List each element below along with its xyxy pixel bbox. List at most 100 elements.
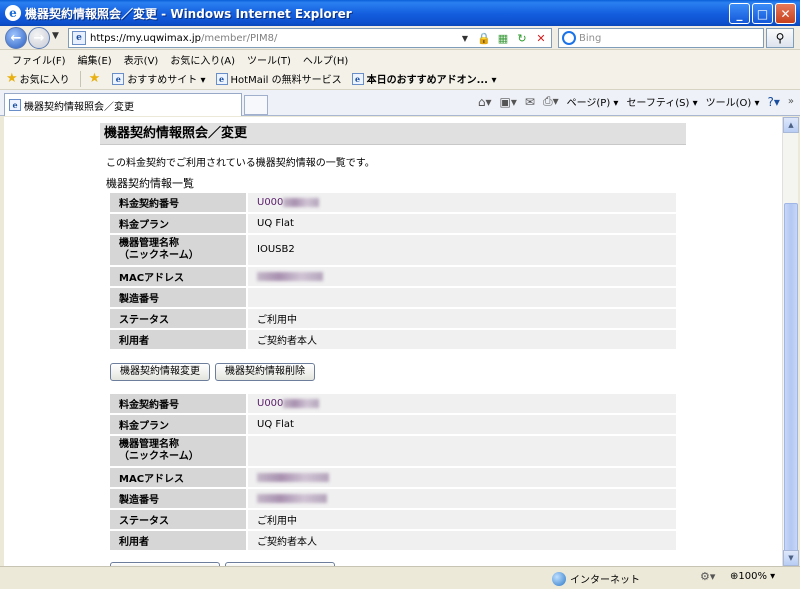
plan-value: UQ Flat (246, 415, 676, 434)
add-favorite-button[interactable]: ★ (89, 71, 103, 86)
menu-edit[interactable]: 編集(E) (72, 52, 118, 67)
help-icon[interactable]: ?▾ (767, 95, 779, 109)
contract-number-value[interactable]: U000 (246, 394, 676, 413)
scroll-thumb[interactable] (784, 203, 798, 575)
scroll-up-button[interactable]: ▲ (783, 117, 799, 133)
row-label: MACアドレス (110, 468, 246, 487)
fav-hotmail[interactable]: e HotMail の無料サービス (215, 71, 342, 86)
search-input[interactable]: Bing (558, 28, 764, 48)
address-dropdown-icon[interactable]: ▼ (457, 30, 473, 46)
row-label: 製造番号 (110, 489, 246, 508)
ie-page-icon: e (351, 72, 364, 85)
compatibility-view-icon[interactable]: ▦ (495, 30, 511, 46)
ie-logo-icon: e (5, 5, 21, 21)
feeds-icon[interactable]: ▣▾ (500, 95, 517, 109)
mac-address-value (246, 468, 676, 487)
back-button[interactable]: ← (5, 27, 27, 49)
redacted-text (283, 197, 320, 207)
ie-page-icon: e (215, 72, 228, 85)
new-tab-button[interactable] (244, 95, 268, 115)
table-row: 製造番号 (110, 288, 676, 307)
scroll-down-button[interactable]: ▼ (783, 550, 799, 566)
window-controls: _ □ ✕ (729, 3, 796, 24)
bing-icon (562, 31, 576, 45)
star-icon: ★ (6, 71, 18, 86)
row-label: 料金プラン (110, 214, 246, 233)
print-icon[interactable]: ⎙▾ (543, 94, 559, 109)
menu-tools[interactable]: ツール(T) (241, 52, 297, 67)
search-icon: ⚲ (775, 31, 785, 45)
maximize-button[interactable]: □ (752, 3, 773, 24)
serial-value (246, 288, 676, 307)
favorites-button[interactable]: ★ お気に入り (6, 71, 70, 86)
table-row: MACアドレス (110, 267, 676, 286)
row-label: 機器管理名称 （ニックネーム） (110, 235, 246, 265)
separator (79, 70, 81, 87)
protected-mode-icon[interactable]: ⚙▾ (700, 570, 715, 583)
zoom-level[interactable]: ⊕100% ▾ (730, 571, 775, 582)
row-label: MACアドレス (110, 267, 246, 286)
command-bar: ⌂▾ ▣▾ ✉ ⎙▾ ページ(P) ▾ セーフティ(S) ▾ ツール(O) ▾ … (470, 94, 794, 109)
redacted-text (257, 493, 327, 503)
search-button[interactable]: ⚲ (766, 28, 794, 48)
table-row: 製造番号 (110, 489, 676, 508)
contract-actions-1: 機器契約情報変更 機器契約情報削除 (110, 363, 315, 381)
nickname-value: IOUSB2 (246, 235, 676, 265)
page-title: 機器契約情報照会／変更 (100, 123, 686, 145)
tab-current[interactable]: e 機器契約情報照会／変更 (4, 93, 242, 116)
table-row: ステータス ご利用中 (110, 309, 676, 328)
table-row: 料金契約番号 U000 (110, 193, 676, 212)
menu-help[interactable]: ヘルプ(H) (297, 52, 354, 67)
home-icon[interactable]: ⌂▾ (478, 95, 492, 109)
menu-file[interactable]: ファイル(F) (6, 52, 72, 67)
menu-favorites[interactable]: お気に入り(A) (164, 52, 241, 67)
redacted-text (257, 271, 323, 281)
tools-menu[interactable]: ツール(O) ▾ (706, 94, 760, 109)
contract-table-1: 料金契約番号 U000 料金プラン UQ Flat 機器管理名称 （ニックネーム）… (110, 191, 676, 351)
more-commands-icon[interactable]: » (788, 96, 794, 107)
redacted-text (257, 472, 329, 482)
ie-page-icon: e (9, 99, 21, 111)
contract-number-value[interactable]: U000 (246, 193, 676, 212)
close-button[interactable]: ✕ (775, 3, 796, 24)
recent-pages-dropdown-icon[interactable]: ▼ (52, 31, 59, 41)
row-label: 料金プラン (110, 415, 246, 434)
plan-value: UQ Flat (246, 214, 676, 233)
stop-icon[interactable]: ✕ (533, 30, 549, 46)
fav-suggested-sites[interactable]: e おすすめサイト ▾ (112, 71, 206, 86)
status-bar: インターネット ⚙▾ ⊕100% ▾ (0, 566, 800, 589)
table-row: 料金プラン UQ Flat (110, 214, 676, 233)
vertical-scrollbar[interactable]: ▲ ▼ (782, 117, 799, 575)
forward-button[interactable]: → (28, 27, 50, 49)
fav-addons[interactable]: e 本日のおすすめアドオン... ▾ (351, 71, 496, 86)
minimize-button[interactable]: _ (729, 3, 750, 24)
mail-icon[interactable]: ✉ (525, 95, 535, 109)
table-row: 料金契約番号 U000 (110, 394, 676, 413)
status-value: ご利用中 (246, 510, 676, 529)
table-row: 利用者 ご契約者本人 (110, 531, 676, 550)
page-menu[interactable]: ページ(P) ▾ (567, 94, 619, 109)
safety-menu[interactable]: セーフティ(S) ▾ (626, 94, 697, 109)
change-contract-button[interactable]: 機器契約情報変更 (110, 363, 210, 381)
page-description: この料金契約でご利用されている機器契約情報の一覧です。 (106, 158, 375, 169)
table-row: 料金プラン UQ Flat (110, 415, 676, 434)
menu-view[interactable]: 表示(V) (118, 52, 165, 67)
address-toolbar: ← → ▼ e https://my.uqwimax.jp/member/PIM… (0, 26, 800, 50)
tab-bar: e 機器契約情報照会／変更 ⌂▾ ▣▾ ✉ ⎙▾ ページ(P) ▾ セーフティ(… (0, 90, 800, 116)
address-input[interactable]: e https://my.uqwimax.jp/member/PIM8/ ▼ 🔒… (68, 28, 552, 48)
row-label: ステータス (110, 510, 246, 529)
security-zone[interactable]: インターネット (552, 571, 640, 586)
row-label: 機器管理名称 （ニックネーム） (110, 436, 246, 466)
row-label: 利用者 (110, 330, 246, 349)
nickname-value (246, 436, 676, 466)
table-row: 利用者 ご契約者本人 (110, 330, 676, 349)
user-value: ご契約者本人 (246, 330, 676, 349)
table-row: 機器管理名称 （ニックネーム） IOUSB2 (110, 235, 676, 265)
address-url[interactable]: https://my.uqwimax.jp/member/PIM8/ (90, 33, 277, 44)
user-value: ご契約者本人 (246, 531, 676, 550)
favorites-bar: ★ お気に入り ★ e おすすめサイト ▾ e HotMail の無料サービス … (0, 68, 800, 90)
lock-icon[interactable]: 🔒 (476, 30, 492, 46)
refresh-icon[interactable]: ↻ (514, 30, 530, 46)
delete-contract-button[interactable]: 機器契約情報削除 (215, 363, 315, 381)
row-label: ステータス (110, 309, 246, 328)
